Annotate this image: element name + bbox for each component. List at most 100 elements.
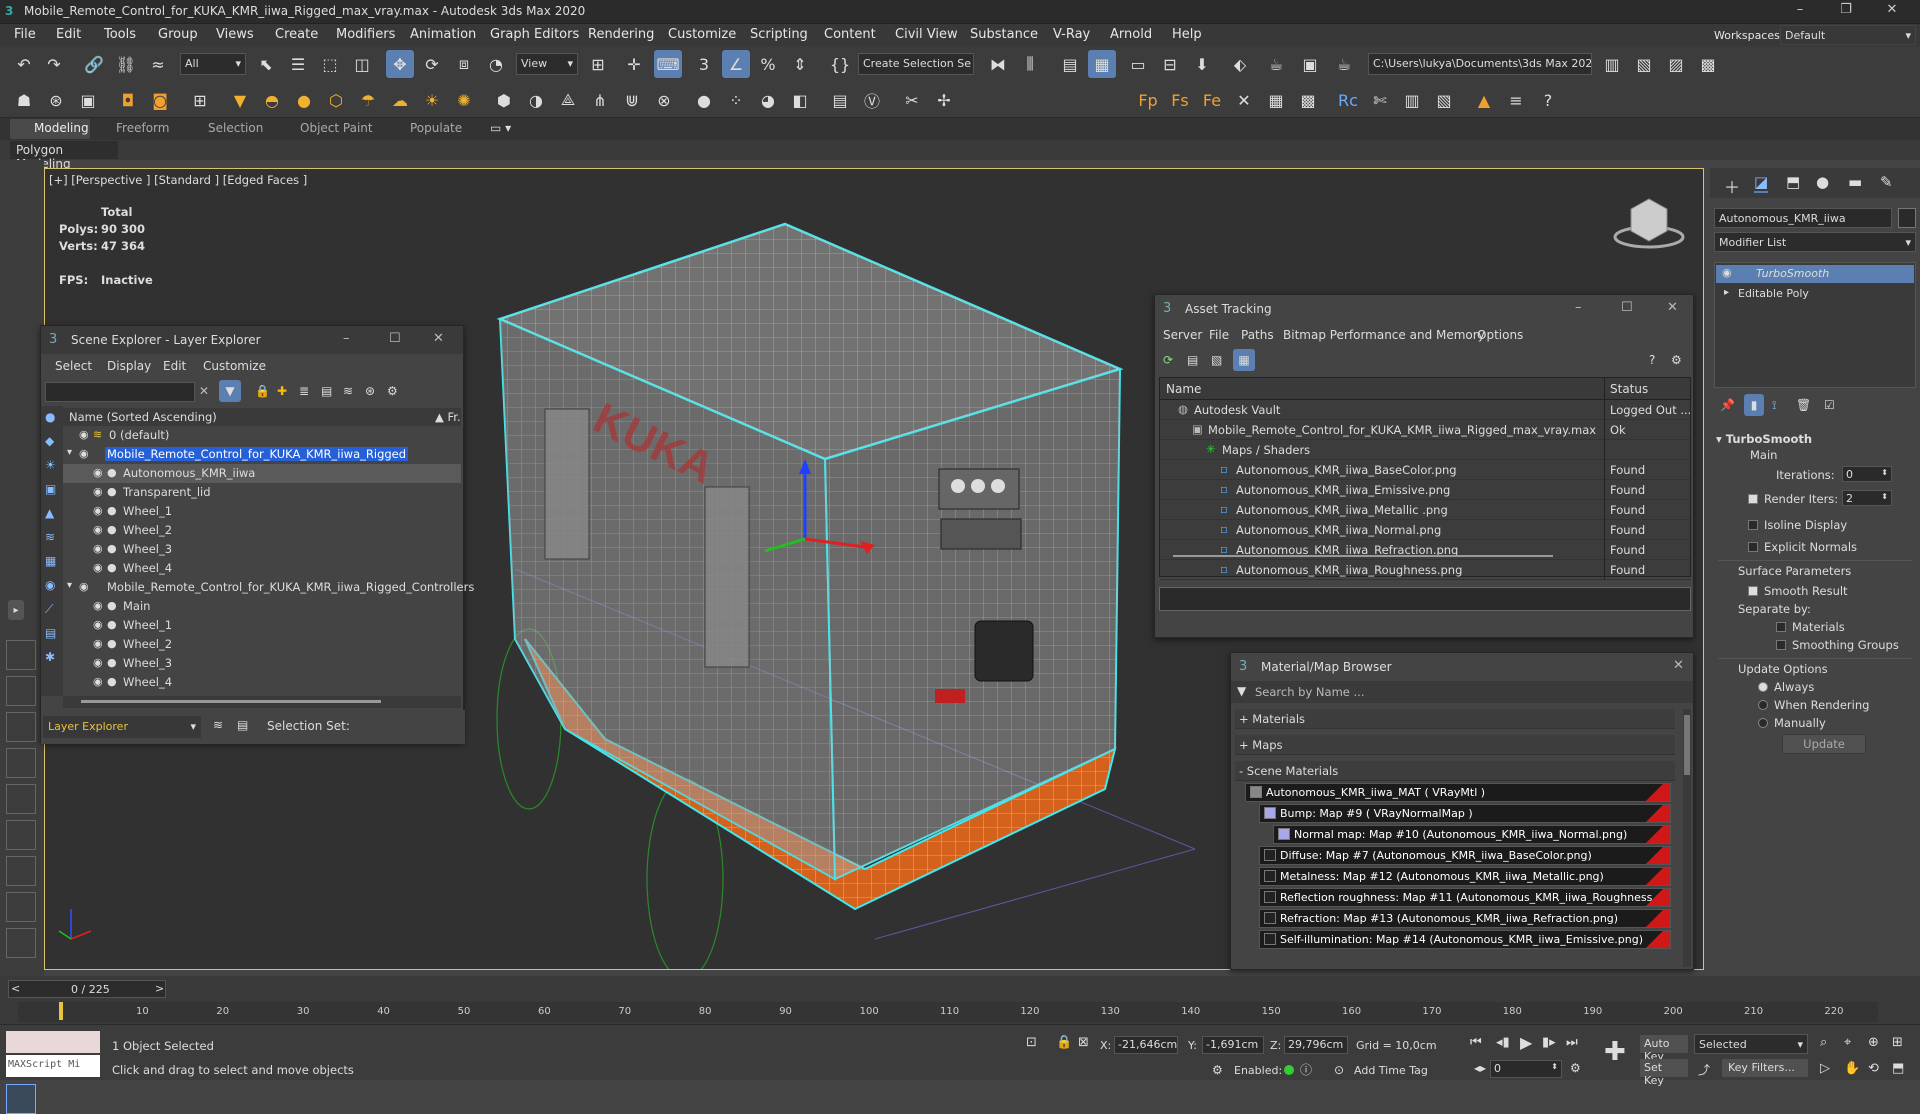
se-row[interactable]: ◉ ● Wheel_2 — [63, 635, 461, 654]
selection-lock-icon[interactable]: 🔒 — [1056, 1035, 1072, 1050]
scene-explorer-titlebar[interactable]: 3 Scene Explorer - Layer Explorer – ☐ ✕ — [41, 326, 463, 354]
se-row[interactable]: ▾ ◉ Mobile_Remote_Control_for_KUKA_KMR_iiw… — [63, 445, 461, 464]
materials-checkbox[interactable]: Materials — [1776, 620, 1845, 634]
create-tab-icon[interactable]: ＋ — [1724, 174, 1740, 198]
se-row[interactable]: ◉ ● Wheel_3 — [63, 654, 461, 673]
shape-icon[interactable]: ⊞ — [186, 86, 214, 114]
ribbon-tab-object-paint[interactable]: Object Paint — [300, 121, 373, 135]
go-to-start-icon[interactable]: ⏮ — [1470, 1035, 1482, 1050]
select-scale-icon[interactable]: ⧈ — [450, 50, 478, 78]
project-path-dropdown[interactable]: C:\Users\lukya\Documents\3ds Max 2022▾ — [1368, 53, 1592, 75]
se-col-name[interactable]: Name (Sorted Ascending) — [69, 410, 217, 424]
select-object-icon[interactable]: ⬉ — [252, 50, 280, 78]
menu-substance[interactable]: Substance — [970, 27, 1038, 42]
vray-logo-icon[interactable]: Ⓥ — [858, 86, 886, 114]
layout-5-icon[interactable] — [6, 784, 36, 814]
at-menu-bitmap[interactable]: Bitmap Performance and Memory — [1283, 328, 1485, 342]
visibility-eye-icon[interactable]: ◉ — [93, 542, 103, 555]
info-icon[interactable]: ⓘ — [1300, 1061, 1312, 1078]
vray-fur-icon[interactable]: ◑ — [522, 86, 550, 114]
scene-search-input[interactable] — [45, 382, 195, 402]
render-region-icon[interactable]: ▤ — [826, 86, 854, 114]
project-folder-icon[interactable]: ▥ — [1598, 50, 1626, 78]
selection-filter-dropdown[interactable]: All ▾ — [180, 53, 246, 75]
maxscript-listener-top[interactable] — [6, 1031, 100, 1053]
vray-ies-icon[interactable]: ⬡ — [322, 86, 350, 114]
pivot-center-icon[interactable]: ⊞ — [584, 50, 612, 78]
select-manipulate-icon[interactable]: ✛ — [620, 50, 648, 78]
filter-icon[interactable]: ▼ — [219, 380, 241, 402]
vray-volume-icon[interactable]: ⊗ — [650, 86, 678, 114]
iterations-spinner[interactable]: 0 ⬍ — [1842, 466, 1892, 482]
teapot-icon[interactable]: ☗ — [10, 86, 38, 114]
material-sphere-icon[interactable]: ● — [690, 86, 718, 114]
vray-light-icon[interactable]: ▼ — [226, 86, 254, 114]
previous-key-icon[interactable]: ◂▮ — [1496, 1035, 1510, 1050]
scene-material-item[interactable]: Refraction: Map #13 (Autonomous_KMR_iiwa… — [1259, 909, 1671, 928]
at-menu-options[interactable]: Options — [1477, 328, 1523, 342]
reference-coord-dropdown[interactable]: View ▾ — [516, 53, 578, 75]
scene-material-item[interactable]: Bump: Map #9 ( VRayNormalMap ) — [1259, 804, 1671, 823]
percent-snap-icon[interactable]: % — [754, 50, 782, 78]
ribbon-tab-freeform[interactable]: Freeform — [116, 121, 169, 135]
rect-selection-icon[interactable]: ⬚ — [316, 50, 344, 78]
key-tangent-icon[interactable]: ⤴ — [1698, 1061, 1710, 1078]
bind-space-warp-icon[interactable]: ≈ — [144, 50, 172, 78]
grid-icon[interactable]: ▩ — [1294, 86, 1322, 114]
at-menu-server[interactable]: Server — [1163, 328, 1202, 342]
ribbon-polygon-modeling[interactable]: Polygon Modeling — [10, 141, 118, 171]
place-icon[interactable]: ◔ — [482, 50, 510, 78]
fp-icon[interactable]: Fp — [1134, 86, 1162, 114]
time-tag-icon[interactable]: ⊙ — [1334, 1063, 1344, 1077]
se-row[interactable]: ◉ ● Wheel_3 — [63, 540, 461, 559]
mb-search-bar[interactable]: ▼ Search by Name ... — [1231, 681, 1693, 703]
select-move-icon[interactable]: ✥ — [386, 50, 414, 78]
close-icon[interactable]: ✕ — [1673, 658, 1684, 673]
menu-animation[interactable]: Animation — [410, 27, 476, 42]
se-menu-customize[interactable]: Customize — [203, 359, 266, 373]
se-row[interactable]: ◉ ● Wheel_1 — [63, 502, 461, 521]
se-row[interactable]: ◉ ● Wheel_1 — [63, 616, 461, 635]
mb-options-icon[interactable]: ▼ — [1237, 684, 1246, 698]
layout-4-icon[interactable] — [6, 748, 36, 778]
visibility-eye-icon[interactable]: ◉ — [93, 675, 103, 688]
light-icon[interactable]: ◘ — [114, 86, 142, 114]
helper-filter-icon[interactable]: ▲ — [45, 506, 54, 520]
project-open-icon[interactable]: ▧ — [1630, 50, 1658, 78]
menu-graph-editors[interactable]: Graph Editors — [490, 27, 579, 42]
help-icon[interactable]: ? — [1649, 353, 1655, 367]
asset-tracking-titlebar[interactable]: 3 Asset Tracking – ☐ ✕ — [1155, 295, 1693, 323]
scene-material-item[interactable]: Reflection roughness: Map #11 (Autonomou… — [1259, 888, 1671, 907]
at-menu-paths[interactable]: Paths — [1241, 328, 1274, 342]
render-iters-spinner[interactable]: 2 ⬍ — [1842, 490, 1892, 506]
expand-arrow-icon[interactable]: ▾ — [67, 447, 72, 458]
clear-search-icon[interactable]: ✕ — [199, 384, 209, 398]
select-rotate-icon[interactable]: ⟳ — [418, 50, 446, 78]
curve-editor-icon[interactable]: ▭ — [1124, 50, 1152, 78]
close-icon[interactable]: ✕ — [1872, 2, 1912, 22]
layer-explorer-dropdown[interactable]: Layer Explorer ▾ — [43, 716, 201, 738]
next-frame-icon[interactable]: > — [155, 982, 164, 995]
se-scroll-thumb[interactable] — [81, 700, 381, 703]
visibility-eye-icon[interactable]: ◉ — [93, 599, 103, 612]
key-filters-button[interactable]: Key Filters... — [1722, 1059, 1808, 1077]
at-scroll-thumb[interactable] — [1173, 555, 1553, 557]
menu-views[interactable]: Views — [216, 27, 254, 42]
fov-icon[interactable]: ▷ — [1820, 1061, 1830, 1076]
list-view-icon[interactable]: ▤ — [1187, 353, 1198, 367]
stack-item-editable-poly[interactable]: ▸ Editable Poly — [1716, 285, 1914, 303]
asset-row[interactable]: ◍ Autodesk Vault Logged Out ... — [1160, 400, 1691, 420]
minimize-icon[interactable]: – — [1780, 2, 1820, 22]
set-key-big-icon[interactable]: ✚ — [1604, 1037, 1626, 1067]
menu-group[interactable]: Group — [158, 27, 198, 42]
asset-row[interactable]: ▫ Autonomous_KMR_iiwa_Emissive.png Found — [1160, 480, 1690, 500]
se-menu-edit[interactable]: Edit — [163, 359, 186, 373]
scene-material-item[interactable]: Normal map: Map #10 (Autonomous_KMR_iiwa… — [1273, 825, 1671, 844]
close-icon[interactable]: ✕ — [1667, 300, 1678, 315]
visibility-eye-icon[interactable]: ◉ — [93, 561, 103, 574]
tools-icon[interactable]: ✂ — [898, 86, 926, 114]
gear-icon[interactable]: ⚙ — [1212, 1063, 1223, 1077]
vray-dome-icon[interactable]: ◓ — [258, 86, 286, 114]
menu-modifiers[interactable]: Modifiers — [336, 27, 395, 42]
add-to-layer-icon[interactable]: ≣ — [299, 384, 309, 398]
